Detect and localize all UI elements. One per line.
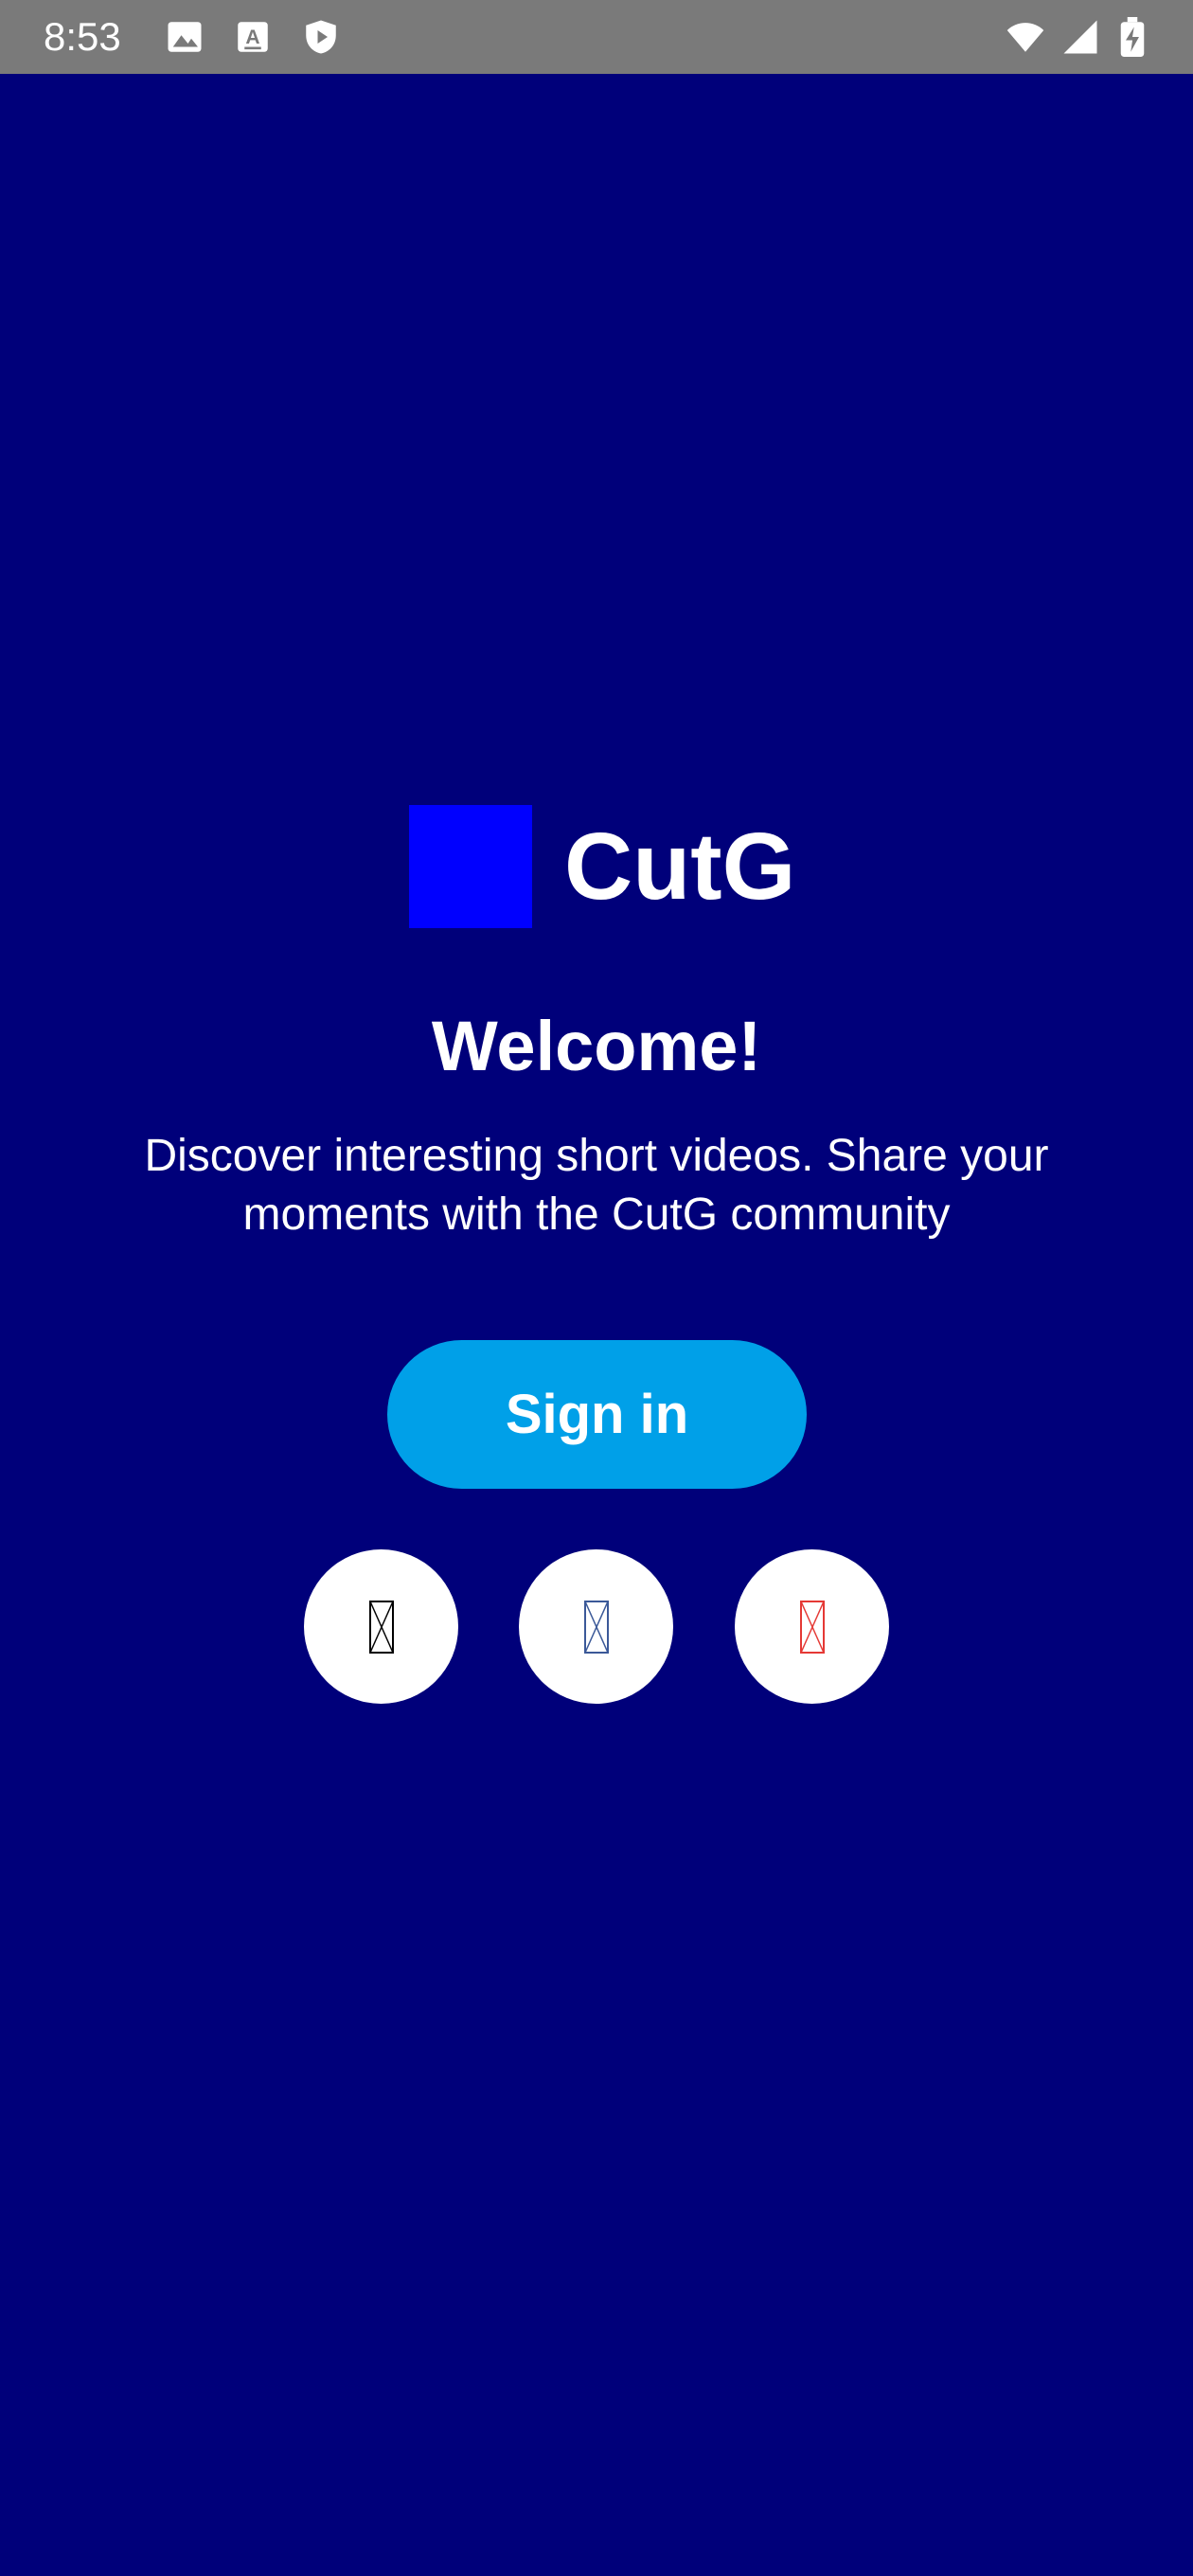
welcome-description: Discover interesting short videos. Share…	[144, 1131, 1049, 1240]
status-bar: 8:53 A	[0, 0, 1193, 74]
missing-glyph-icon	[799, 1600, 825, 1654]
welcome-title: Welcome!	[431, 1007, 762, 1085]
missing-glyph-icon	[583, 1600, 609, 1654]
keyboard-a-icon: A	[233, 17, 273, 57]
social-login-button-1[interactable]	[304, 1549, 458, 1704]
image-icon	[165, 17, 205, 57]
social-login-button-3[interactable]	[735, 1549, 889, 1704]
brand: CutG	[409, 805, 795, 928]
social-login-button-2[interactable]	[519, 1549, 673, 1704]
signal-icon	[1060, 17, 1100, 57]
brand-logo	[409, 805, 532, 928]
sign-in-button[interactable]: Sign in	[387, 1340, 807, 1489]
status-time: 8:53	[44, 14, 121, 59]
missing-glyph-icon	[368, 1600, 394, 1654]
login-screen	[0, 74, 1193, 2576]
wifi-icon	[1006, 17, 1045, 57]
shield-play-icon	[301, 17, 341, 57]
brand-name: CutG	[564, 814, 796, 920]
svg-text:A: A	[245, 27, 259, 48]
battery-charging-icon	[1115, 17, 1149, 57]
